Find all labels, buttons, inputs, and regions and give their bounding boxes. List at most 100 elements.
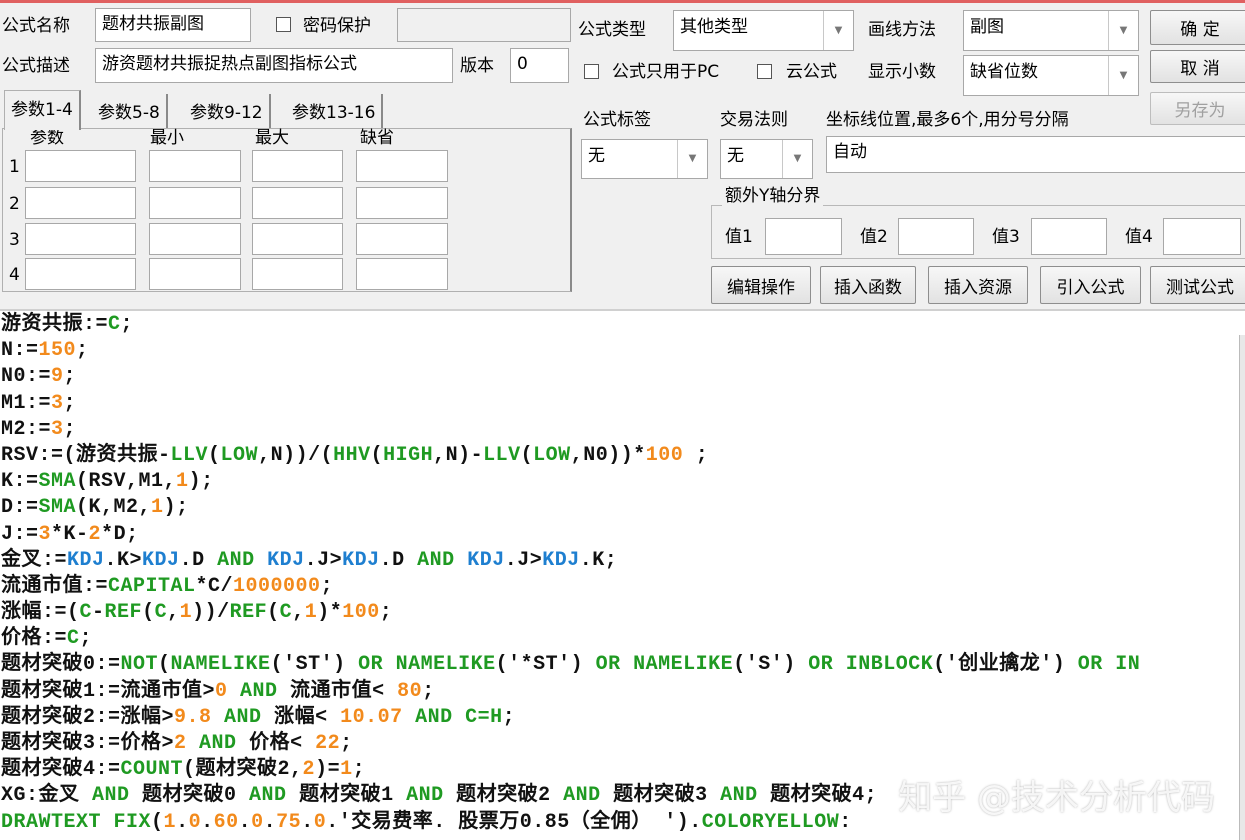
- code-token: OR: [1077, 653, 1103, 677]
- param-default-input[interactable]: [356, 150, 448, 182]
- code-token: 100: [342, 601, 380, 625]
- code-token: C: [279, 601, 293, 625]
- draw-method-value: 副图: [970, 17, 1004, 37]
- formula-type-select[interactable]: 其他类型 ▼: [673, 10, 854, 51]
- param-name-input[interactable]: [25, 187, 136, 219]
- code-token: 1: [176, 470, 189, 494]
- code-line: M2:=3;: [1, 417, 1140, 443]
- code-token: ;: [63, 365, 77, 389]
- editor-scrollbar[interactable]: [1239, 335, 1245, 840]
- code-token: LLV: [483, 443, 521, 467]
- draw-method-select[interactable]: 副图 ▼: [963, 10, 1139, 51]
- value4-input[interactable]: [1163, 218, 1241, 255]
- code-token: 0: [215, 679, 228, 703]
- param-min-input[interactable]: [149, 187, 241, 219]
- param-max-input[interactable]: [252, 150, 343, 182]
- value1-input[interactable]: [765, 218, 842, 255]
- code-line: 金叉:=KDJ.K>KDJ.D AND KDJ.J>KDJ.D AND KDJ.…: [1, 548, 1140, 574]
- param-min-input[interactable]: [149, 223, 241, 255]
- decimal-select[interactable]: 缺省位数 ▼: [963, 55, 1139, 96]
- password-checkbox[interactable]: [276, 17, 291, 32]
- param-max-input[interactable]: [252, 187, 343, 219]
- code-token: 1: [179, 601, 193, 625]
- param-default-input[interactable]: [356, 187, 448, 219]
- save-as-button[interactable]: 另存为: [1150, 92, 1245, 125]
- value3-input[interactable]: [1031, 218, 1107, 255]
- code-token: 2: [302, 758, 316, 782]
- code-token: .: [176, 810, 189, 834]
- axis-line-input[interactable]: 自动: [826, 136, 1245, 173]
- cloud-checkbox[interactable]: [757, 64, 772, 79]
- trade-rule-label: 交易法则: [720, 110, 788, 130]
- trade-rule-select[interactable]: 无 ▼: [720, 139, 813, 179]
- tab-params-13-16[interactable]: 参数13-16: [286, 94, 384, 128]
- code-token: LLV: [170, 443, 209, 467]
- code-token: (: [142, 601, 155, 625]
- code-token: ;: [120, 313, 134, 336]
- code-token: AND: [217, 548, 255, 572]
- param-max-input[interactable]: [252, 258, 343, 290]
- param-max-input[interactable]: [252, 223, 343, 255]
- version-input[interactable]: 0: [510, 48, 569, 83]
- insert-resource-button[interactable]: 插入资源: [928, 266, 1028, 304]
- code-token: 题材突破0: [129, 784, 250, 808]
- param-name-input[interactable]: [25, 150, 136, 182]
- edit-operation-button[interactable]: 编辑操作: [711, 266, 811, 304]
- code-token: 2: [174, 732, 187, 755]
- code-token: AND: [415, 705, 453, 729]
- formula-tag-select[interactable]: 无 ▼: [581, 139, 708, 179]
- param-row-number: 1: [9, 157, 20, 177]
- code-token: COLORYELLOW: [701, 810, 840, 834]
- password-input[interactable]: [397, 8, 571, 42]
- code-token: .D: [179, 548, 218, 572]
- code-token: .K>: [104, 548, 143, 572]
- code-token: ,N))/(: [258, 443, 334, 467]
- code-token: ;: [63, 417, 77, 441]
- code-token: ,N0))*: [570, 443, 646, 467]
- code-token: OR: [808, 653, 834, 677]
- cancel-button[interactable]: 取 消: [1150, 50, 1245, 83]
- tab-params-9-12[interactable]: 参数9-12: [184, 94, 271, 128]
- code-token: .J>: [504, 548, 543, 572]
- code-token: C: [67, 627, 80, 651]
- param-min-input[interactable]: [149, 150, 241, 182]
- formula-name-input[interactable]: 题材共振副图: [95, 8, 251, 42]
- param-header-max: 最大: [255, 128, 289, 148]
- code-content[interactable]: 游资共振:=C; N:=150; N0:=9; M1:=3; M2:=3; RSV:=(游…: [1, 312, 1140, 836]
- code-token: AND: [92, 784, 130, 808]
- pc-only-checkbox[interactable]: [584, 64, 599, 79]
- formula-desc-label: 公式描述: [2, 56, 70, 76]
- code-token: )=: [315, 758, 341, 782]
- import-formula-button[interactable]: 引入公式: [1040, 266, 1141, 304]
- param-name-input[interactable]: [25, 258, 136, 290]
- code-token: KDJ: [267, 548, 305, 572]
- test-formula-button[interactable]: 测试公式: [1150, 266, 1245, 304]
- code-line: J:=3*K-2*D;: [1, 522, 1140, 548]
- password-label: 密码保护: [303, 16, 371, 36]
- code-token: 9: [51, 365, 64, 389]
- code-editor[interactable]: 游资共振:=C; N:=150; N0:=9; M1:=3; M2:=3; RSV:=(游…: [0, 309, 1245, 840]
- code-token: 价格<: [236, 732, 316, 755]
- code-token: 题材突破2: [443, 784, 564, 808]
- code-token: REF: [104, 601, 143, 625]
- insert-function-button[interactable]: 插入函数: [820, 266, 916, 304]
- param-default-input[interactable]: [356, 223, 448, 255]
- tab-params-5-8[interactable]: 参数5-8: [92, 94, 168, 128]
- ok-button[interactable]: 确 定: [1150, 10, 1245, 45]
- tab-params-1-4[interactable]: 参数1-4: [4, 90, 81, 130]
- code-token: :: [839, 810, 852, 834]
- formula-tag-value: 无: [588, 146, 605, 166]
- param-default-input[interactable]: [356, 258, 448, 290]
- code-token: ('S'): [733, 653, 809, 677]
- code-token: N:=: [1, 339, 39, 363]
- code-token: .: [263, 810, 277, 834]
- formula-desc-input[interactable]: 游资题材共振捉热点副图指标公式: [95, 48, 453, 83]
- param-min-input[interactable]: [149, 258, 241, 290]
- code-token: XG:金叉: [1, 784, 93, 808]
- value2-input[interactable]: [898, 218, 974, 255]
- code-token: SMA: [38, 496, 77, 520]
- param-name-input[interactable]: [25, 223, 136, 255]
- code-token: KDJ: [542, 548, 580, 572]
